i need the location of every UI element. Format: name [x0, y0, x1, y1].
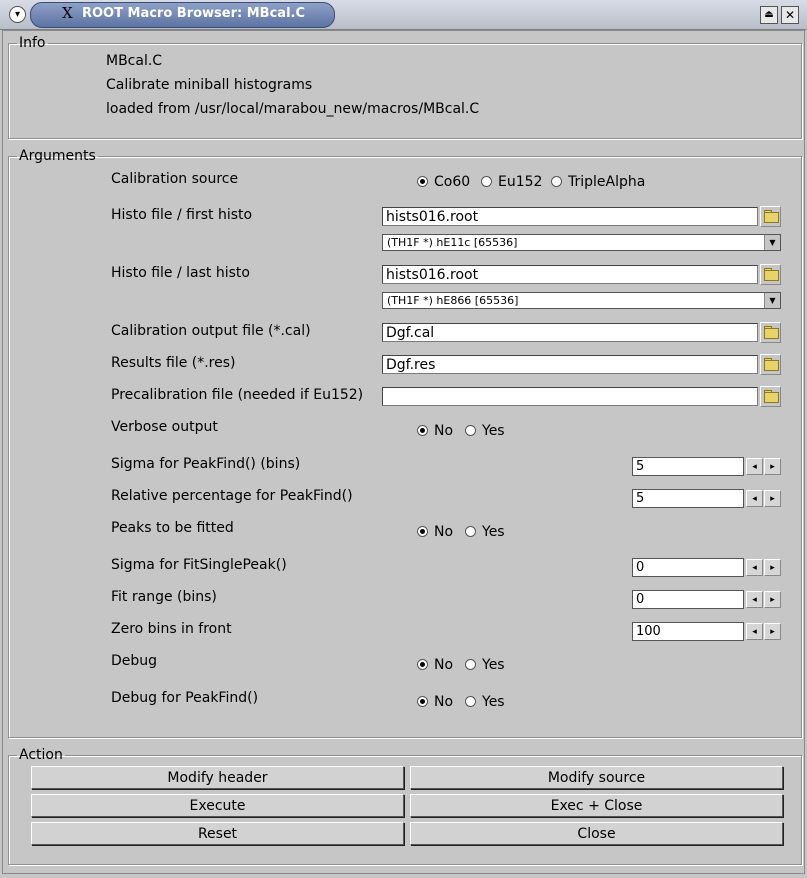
results-input[interactable]: Dgf.res	[382, 355, 758, 374]
chevron-down-icon[interactable]: ▼	[764, 293, 780, 308]
folder-icon[interactable]	[760, 206, 781, 227]
shade-icon[interactable]: ⏏	[760, 6, 778, 24]
fit-range-input[interactable]: 0	[632, 590, 744, 609]
zero-bins-input[interactable]: 100	[632, 622, 744, 641]
sigma-peakfind-label: Sigma for PeakFind() (bins)	[111, 456, 301, 472]
window-title: ROOT Macro Browser: MBcal.C	[82, 6, 305, 21]
last-histo-file-input[interactable]: hists016.root	[382, 265, 758, 284]
debug-pf-yes-radio[interactable]: Yes	[465, 694, 505, 710]
folder-icon[interactable]	[760, 264, 781, 285]
debug-no-radio[interactable]: No	[417, 657, 453, 673]
increment-icon[interactable]: ▸	[764, 458, 781, 475]
results-label: Results file (*.res)	[111, 355, 236, 371]
folder-icon[interactable]	[760, 386, 781, 407]
verbose-label: Verbose output	[111, 419, 218, 435]
last-histo-select[interactable]: (TH1F *) hE866 [65536] ▼	[382, 292, 781, 309]
chevron-down-icon[interactable]: ▼	[764, 235, 780, 250]
peaks-no-radio[interactable]: No	[417, 524, 453, 540]
increment-icon[interactable]: ▸	[764, 623, 781, 640]
modify-header-button[interactable]: Modify header	[31, 766, 404, 789]
radio-triplealpha[interactable]: TripleAlpha	[551, 174, 645, 190]
sigma-fit-label: Sigma for FitSinglePeak()	[111, 557, 287, 573]
verbose-no-radio[interactable]: No	[417, 423, 453, 439]
info-legend: Info	[19, 35, 46, 51]
macro-path: loaded from /usr/local/marabou_new/macro…	[106, 101, 480, 117]
folder-icon[interactable]	[760, 322, 781, 343]
decrement-icon[interactable]: ◂	[746, 458, 763, 475]
calib-source-label: Calibration source	[111, 171, 239, 187]
precal-label: Precalibration file (needed if Eu152)	[111, 387, 364, 403]
debug-pf-no-radio[interactable]: No	[417, 694, 453, 710]
first-histo-file-input[interactable]: hists016.root	[382, 207, 758, 226]
sigma-peakfind-input[interactable]: 5	[632, 457, 744, 476]
window-menu-icon[interactable]: ▾	[9, 6, 26, 23]
debug-label: Debug	[111, 653, 158, 669]
folder-icon[interactable]	[760, 354, 781, 375]
fit-range-label: Fit range (bins)	[111, 589, 217, 605]
radio-co60[interactable]: Co60	[417, 174, 470, 190]
macro-description: Calibrate miniball histograms	[106, 77, 313, 93]
modify-source-button[interactable]: Modify source	[410, 766, 783, 789]
title-bar[interactable]: ▾ X ROOT Macro Browser: MBcal.C ⏏ ✕	[0, 0, 807, 30]
close-button[interactable]: Close	[410, 822, 783, 845]
close-icon[interactable]: ✕	[781, 6, 799, 24]
sigma-fit-input[interactable]: 0	[632, 558, 744, 577]
precal-input[interactable]	[382, 387, 758, 406]
x-logo-icon: X	[62, 4, 73, 22]
debug-pf-label: Debug for PeakFind()	[111, 690, 259, 706]
cal-out-input[interactable]: Dgf.cal	[382, 323, 758, 342]
first-histo-label: Histo file / first histo	[111, 207, 253, 223]
verbose-yes-radio[interactable]: Yes	[465, 423, 505, 439]
peaks-yes-radio[interactable]: Yes	[465, 524, 505, 540]
debug-yes-radio[interactable]: Yes	[465, 657, 505, 673]
reset-button[interactable]: Reset	[31, 822, 404, 845]
execute-button[interactable]: Execute	[31, 794, 404, 817]
peaks-fitted-label: Peaks to be fitted	[111, 520, 234, 536]
increment-icon[interactable]: ▸	[764, 559, 781, 576]
radio-eu152[interactable]: Eu152	[481, 174, 542, 190]
arguments-legend: Arguments	[19, 148, 96, 164]
macro-name: MBcal.C	[106, 53, 163, 69]
first-histo-select[interactable]: (TH1F *) hE11c [65536] ▼	[382, 234, 781, 251]
cal-out-label: Calibration output file (*.cal)	[111, 323, 311, 339]
rel-pct-input[interactable]: 5	[632, 489, 744, 508]
increment-icon[interactable]: ▸	[764, 490, 781, 507]
rel-pct-label: Relative percentage for PeakFind()	[111, 488, 353, 504]
zero-bins-label: Zero bins in front	[111, 621, 232, 637]
increment-icon[interactable]: ▸	[764, 591, 781, 608]
exec-close-button[interactable]: Exec + Close	[410, 794, 783, 817]
decrement-icon[interactable]: ◂	[746, 623, 763, 640]
action-legend: Action	[19, 747, 63, 763]
decrement-icon[interactable]: ◂	[746, 591, 763, 608]
decrement-icon[interactable]: ◂	[746, 490, 763, 507]
decrement-icon[interactable]: ◂	[746, 559, 763, 576]
last-histo-label: Histo file / last histo	[111, 265, 250, 281]
